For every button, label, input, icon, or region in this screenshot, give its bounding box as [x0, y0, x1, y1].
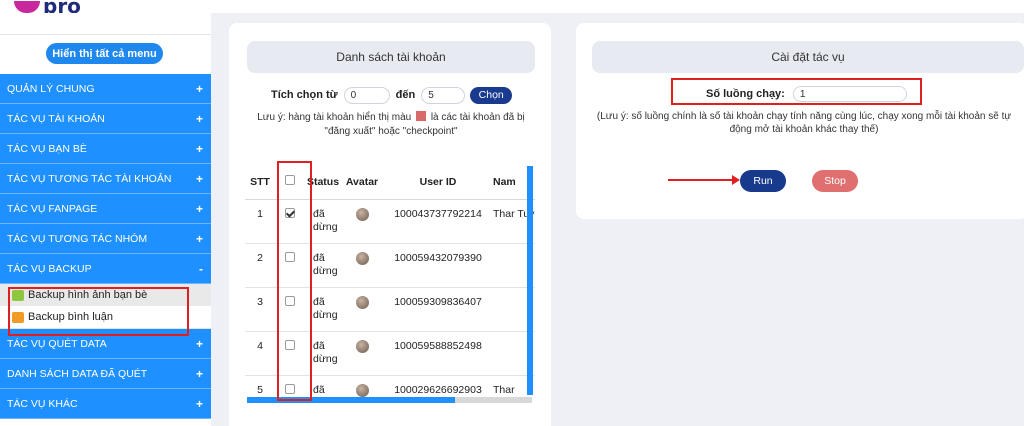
logo-text: pro — [43, 1, 81, 13]
avatar — [355, 339, 369, 353]
show-all-menu-button[interactable]: Hiển thị tất cả menu — [46, 43, 163, 64]
sidebar-item-data-da-quet[interactable]: DANH SÁCH DATA ĐÃ QUÉT + — [0, 359, 211, 389]
sidebar-item-tac-vu-khac[interactable]: TÁC VỤ KHÁC + — [0, 389, 211, 419]
select-range: Tích chọn từ đến Chọn — [271, 86, 513, 104]
logo-mark-icon — [14, 1, 40, 13]
avatar — [355, 207, 369, 221]
expand-icon: + — [195, 366, 203, 381]
sidebar-item-backup[interactable]: TÁC VỤ BACKUP - — [0, 254, 211, 284]
avatar — [355, 295, 369, 309]
row-stt: 2 — [245, 243, 275, 288]
sidebar-item-fanpage[interactable]: TÁC VỤ FANPAGE + — [0, 194, 211, 224]
column-header-user-id: User ID — [383, 165, 493, 200]
sidebar-divider — [0, 34, 211, 35]
annotation-box-checkboxes — [277, 161, 312, 401]
sidebar-item-tac-vu-ban-be[interactable]: TÁC VỤ BẠN BÈ + — [0, 134, 211, 164]
note-text: Lưu ý: hàng tài khoản hiển thị màu — [257, 112, 412, 123]
sidebar-item-label: TÁC VỤ TÀI KHOẢN — [7, 112, 105, 125]
row-stt: 4 — [245, 331, 275, 376]
annotation-arrow-icon — [668, 175, 740, 185]
avatar — [355, 251, 369, 265]
sidebar-menu: QUẢN LÝ CHUNG + TÁC VỤ TÀI KHOẢN + TÁC V… — [0, 74, 211, 419]
row-user-id: 100043737792214 — [383, 199, 493, 244]
row-user-id: 100059309836407 — [383, 287, 493, 332]
avatar — [355, 383, 369, 397]
logo: pro — [14, 0, 81, 14]
column-header-stt: STT — [245, 165, 275, 200]
sidebar-item-label: TÁC VỤ TƯƠNG TÁC TÀI KHOẢN — [7, 172, 172, 185]
expand-icon: + — [195, 336, 203, 351]
vertical-scrollbar[interactable] — [527, 166, 533, 395]
sidebar-item-tuong-tac-tai-khoan[interactable]: TÁC VỤ TƯƠNG TÁC TÀI KHOẢN + — [0, 164, 211, 194]
sidebar-item-label: TÁC VỤ BACKUP — [7, 262, 92, 275]
logged-out-color-swatch — [416, 111, 427, 121]
row-user-id: 100059432079390 — [383, 243, 493, 288]
sidebar-item-label: TÁC VỤ FANPAGE — [7, 202, 98, 215]
collapse-icon: - — [199, 261, 203, 276]
run-button[interactable]: Run — [740, 170, 786, 192]
expand-icon: + — [195, 111, 203, 126]
column-header-avatar: Avatar — [341, 165, 383, 200]
sidebar-item-tuong-tac-nhom[interactable]: TÁC VỤ TƯƠNG TÁC NHÓM + — [0, 224, 211, 254]
expand-icon: + — [195, 171, 203, 186]
accounts-note: Lưu ý: hàng tài khoản hiển thị màu là cá… — [245, 111, 537, 139]
choose-button[interactable]: Chọn — [470, 86, 513, 104]
select-from-label: Tích chọn từ — [271, 89, 338, 101]
expand-icon: + — [195, 81, 203, 96]
row-stt: 3 — [245, 287, 275, 332]
range-from-input[interactable] — [343, 86, 390, 104]
top-bar — [211, 0, 1024, 13]
annotation-box-threads — [671, 78, 922, 105]
expand-icon: + — [195, 201, 203, 216]
range-to-label: đến — [395, 89, 416, 101]
sidebar-item-label: QUẢN LÝ CHUNG — [7, 82, 95, 95]
row-user-id: 100059588852498 — [383, 331, 493, 376]
expand-icon: + — [195, 141, 203, 156]
annotation-box-submenu — [8, 287, 189, 336]
expand-icon: + — [195, 396, 203, 411]
sidebar-item-tac-vu-tai-khoan[interactable]: TÁC VỤ TÀI KHOẢN + — [0, 104, 211, 134]
row-stt: 1 — [245, 199, 275, 244]
expand-icon: + — [195, 231, 203, 246]
stop-button[interactable]: Stop — [812, 170, 858, 192]
range-to-input[interactable] — [421, 86, 466, 104]
sidebar-item-quan-ly-chung[interactable]: QUẢN LÝ CHUNG + — [0, 74, 211, 104]
sidebar-item-label: TÁC VỤ TƯƠNG TÁC NHÓM — [7, 232, 148, 245]
settings-note: (Lưu ý: số luồng chính là số tài khoản c… — [596, 111, 1012, 135]
sidebar: pro Hiển thị tất cả menu QUẢN LÝ CHUNG +… — [0, 0, 211, 426]
sidebar-item-label: TÁC VỤ KHÁC — [7, 397, 78, 410]
sidebar-item-label: TÁC VỤ QUÉT DATA — [7, 337, 107, 350]
sidebar-item-label: TÁC VỤ BẠN BÈ — [7, 142, 87, 155]
settings-title: Cài đặt tác vụ — [592, 41, 1024, 73]
sidebar-item-label: DANH SÁCH DATA ĐÃ QUÉT — [7, 367, 148, 380]
accounts-title: Danh sách tài khoản — [247, 41, 535, 73]
